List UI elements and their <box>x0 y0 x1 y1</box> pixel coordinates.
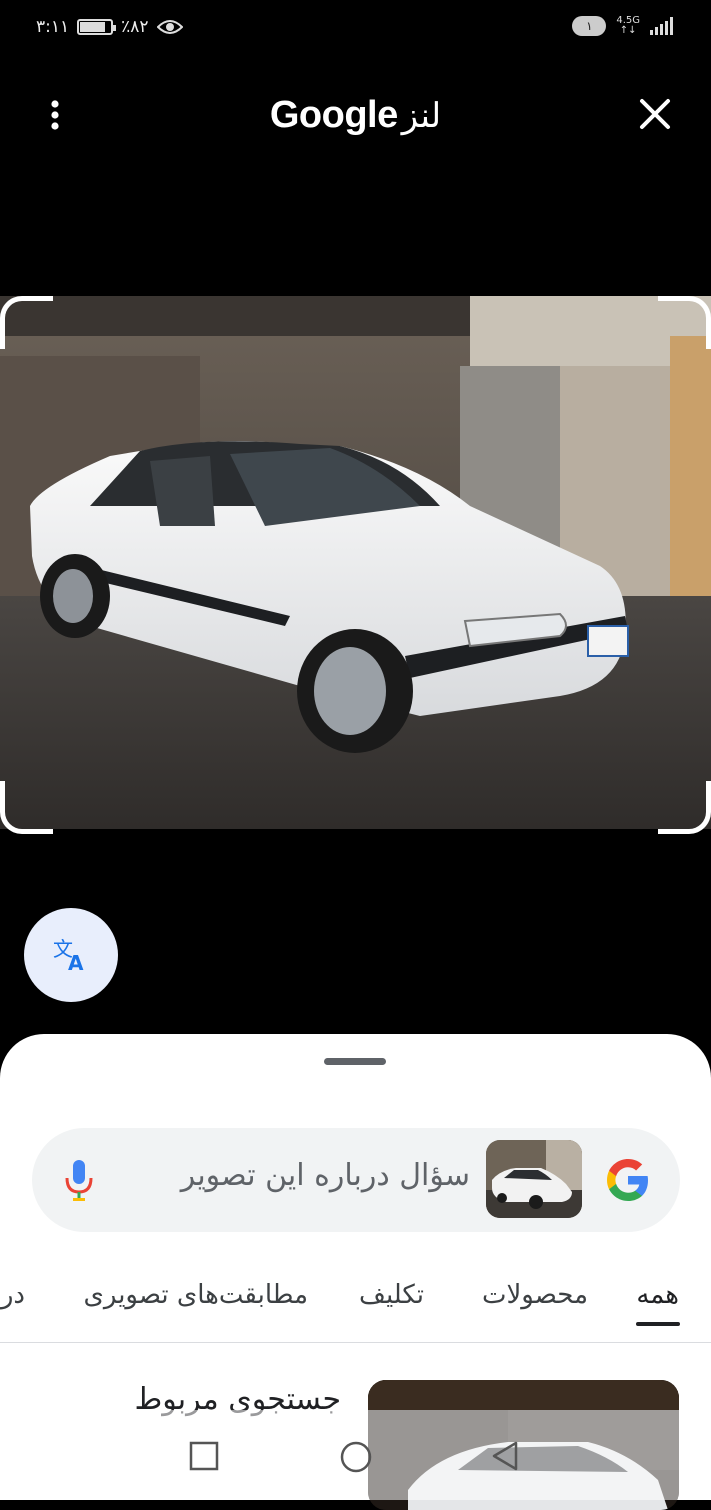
lens-top-bar: Google لنز <box>0 80 711 152</box>
battery-percent: ٪۸۲ <box>121 17 149 37</box>
tab-homework[interactable]: تکلیف <box>359 1280 424 1310</box>
battery-icon <box>77 19 117 35</box>
close-icon[interactable] <box>637 96 673 132</box>
crop-handle-bottom-left[interactable] <box>0 781 53 834</box>
image-thumbnail[interactable] <box>486 1140 582 1218</box>
search-placeholder[interactable]: سؤال درباره این تصویر <box>181 1158 470 1193</box>
app-title: Google لنز <box>0 94 711 137</box>
recents-icon[interactable] <box>188 1440 220 1472</box>
eye-icon <box>156 20 183 34</box>
translate-button[interactable]: 文 A <box>24 908 118 1002</box>
tab-more[interactable]: درب <box>0 1280 25 1310</box>
clock: ۳:۱۱ <box>36 17 70 37</box>
lens-label: لنز <box>401 97 442 135</box>
svg-text:A: A <box>68 951 84 974</box>
translate-icon: 文 A <box>53 937 84 974</box>
tab-visual-matches[interactable]: مطابقت‌های تصویری <box>84 1280 309 1310</box>
system-nav-bar <box>0 1410 711 1500</box>
status-bar: ۳:۱۱ ٪۸۲ ۱ 4.5G ↑↓ <box>0 0 711 60</box>
search-bar[interactable]: سؤال درباره این تصویر <box>32 1128 680 1232</box>
search-image[interactable] <box>0 296 711 829</box>
google-logo-text: Google <box>269 94 398 136</box>
status-left: ۳:۱۱ ٪۸۲ <box>36 17 183 37</box>
battery-fill <box>80 22 105 32</box>
sheet-drag-handle[interactable] <box>324 1058 386 1065</box>
tab-all[interactable]: همه <box>636 1280 679 1310</box>
tab-products[interactable]: محصولات <box>482 1280 588 1310</box>
notification-badge: ۱ <box>572 16 607 36</box>
status-right: ۱ 4.5G ↑↓ <box>572 16 673 36</box>
crop-handle-top-left[interactable] <box>0 296 53 349</box>
back-icon[interactable] <box>490 1440 522 1472</box>
results-tabs: همه محصولات تکلیف مطابقت‌های تصویری درب <box>0 1270 711 1343</box>
crop-handle-top-right[interactable] <box>658 296 711 349</box>
home-icon[interactable] <box>339 1440 373 1474</box>
google-g-icon[interactable] <box>604 1156 652 1204</box>
network-indicator: 4.5G ↑↓ <box>616 16 640 36</box>
active-tab-indicator <box>636 1322 680 1326</box>
network-activity: ↑↓ <box>619 25 637 36</box>
crop-handle-bottom-right[interactable] <box>658 781 711 834</box>
mic-icon[interactable] <box>64 1158 94 1202</box>
signal-icon <box>650 17 673 35</box>
